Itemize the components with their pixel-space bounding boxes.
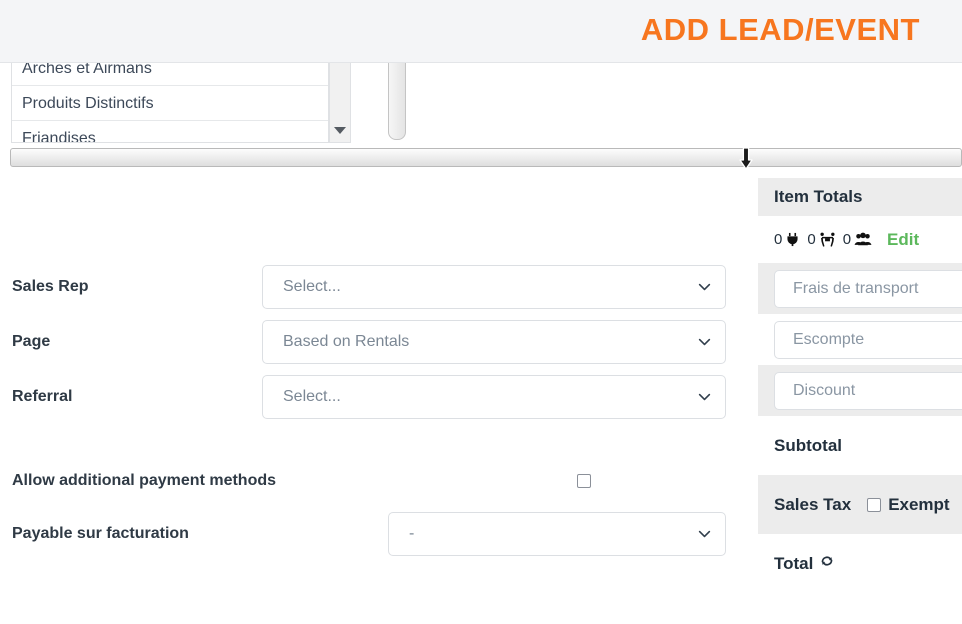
sales-rep-value: Select... xyxy=(283,277,341,295)
form-row-payable-sur-facturation: Payable sur facturation - xyxy=(0,506,740,561)
list-item[interactable]: Friandises xyxy=(12,121,328,142)
discount-row xyxy=(758,365,962,416)
item-totals-title: Item Totals xyxy=(774,187,863,206)
counter-power: 0 xyxy=(774,231,800,248)
listbox-scrollbar[interactable] xyxy=(329,63,351,143)
category-listbox[interactable]: Arches et Airmans Produits Distinctifs F… xyxy=(11,63,329,143)
vertical-scrollbar-thumb[interactable] xyxy=(388,63,406,140)
users-icon xyxy=(854,232,872,247)
content-viewport: Arches et Airmans Produits Distinctifs F… xyxy=(0,63,962,624)
counter-power-value: 0 xyxy=(774,231,783,248)
payable-sur-facturation-value: - xyxy=(409,524,415,542)
referral-select[interactable]: Select... xyxy=(262,374,726,419)
discount-input[interactable] xyxy=(774,371,962,410)
app-header: ADD LEAD/EVENT xyxy=(0,0,962,63)
counter-staff: 0 xyxy=(843,231,872,248)
tax-exempt-label: Exempt xyxy=(888,494,950,514)
subtotal-label: Subtotal xyxy=(774,435,842,455)
item-totals-counters: 0 0 0 Edit xyxy=(758,216,962,263)
sales-rep-select[interactable]: Select... xyxy=(262,264,726,309)
chevron-down-icon xyxy=(698,390,711,403)
chevron-down-icon xyxy=(698,335,711,348)
sales-rep-label: Sales Rep xyxy=(12,277,89,295)
list-item[interactable]: Arches et Airmans xyxy=(12,63,328,86)
shipping-fee-input[interactable] xyxy=(774,269,962,308)
edit-link[interactable]: Edit xyxy=(887,230,919,250)
counter-staff-value: 0 xyxy=(842,231,852,248)
referral-label: Referral xyxy=(12,387,73,405)
total-row: Total xyxy=(758,534,962,593)
allow-additional-payment-methods-checkbox[interactable] xyxy=(577,473,591,488)
form-row-page: Page Based on Rentals xyxy=(0,314,740,369)
page-label: Page xyxy=(12,332,51,350)
escompte-row xyxy=(758,314,962,365)
page-title: ADD LEAD/EVENT xyxy=(640,12,920,47)
form-row-allow-additional-payment-methods: Allow additional payment methods xyxy=(0,453,740,508)
form-row-referral: Referral Select... xyxy=(0,369,740,424)
page-value: Based on Rentals xyxy=(283,332,410,350)
item-totals-panel: Item Totals 0 0 0 Edit Frais de transpor… xyxy=(758,178,962,624)
form-row-sales-rep: Sales Rep Select... xyxy=(0,259,740,314)
counter-labor-value: 0 xyxy=(807,231,816,248)
sales-tax-row: Sales Tax Exempt xyxy=(758,475,962,534)
sales-tax-label: Sales Tax xyxy=(774,494,852,514)
subtotal-row: Subtotal xyxy=(758,416,962,475)
payable-sur-facturation-label: Payable sur facturation xyxy=(12,524,189,542)
tax-exempt-checkbox[interactable] xyxy=(867,497,882,512)
plug-icon xyxy=(785,232,800,247)
people-carry-icon xyxy=(819,232,836,247)
total-label: Total xyxy=(774,553,814,573)
counter-labor: 0 xyxy=(807,231,835,248)
chevron-down-icon[interactable] xyxy=(334,127,346,134)
item-totals-header: Item Totals xyxy=(758,178,962,216)
chevron-down-icon xyxy=(698,280,711,293)
page-select[interactable]: Based on Rentals xyxy=(262,319,726,364)
horizontal-scrollbar[interactable] xyxy=(10,148,962,167)
allow-additional-payment-methods-label: Allow additional payment methods xyxy=(12,471,277,489)
refresh-icon[interactable] xyxy=(820,554,834,573)
chevron-down-icon xyxy=(698,527,711,540)
shipping-fee-row xyxy=(758,263,962,314)
payable-sur-facturation-select[interactable]: - xyxy=(388,511,726,556)
list-item[interactable]: Produits Distinctifs xyxy=(12,86,328,121)
referral-value: Select... xyxy=(283,387,341,405)
escompte-input[interactable] xyxy=(774,320,962,359)
